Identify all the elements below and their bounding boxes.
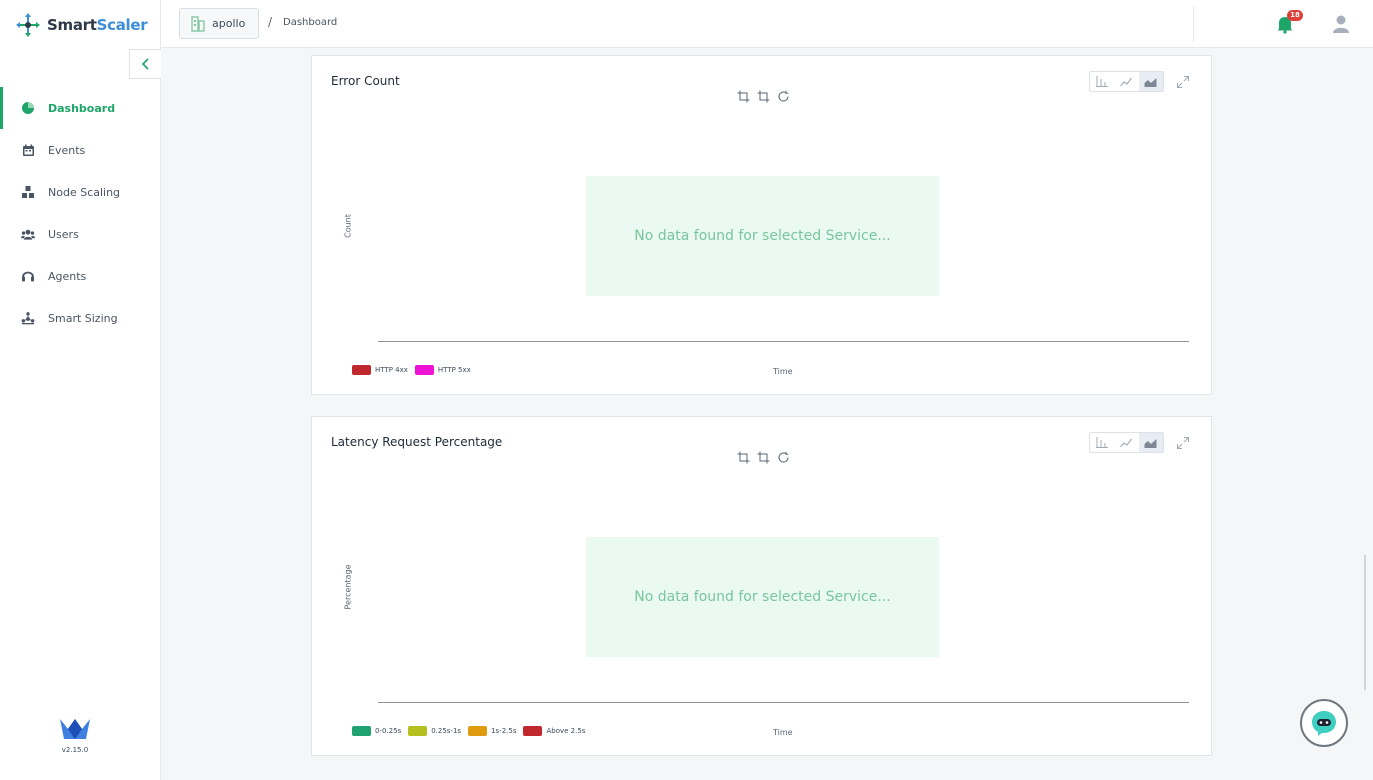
area-chart-icon[interactable]	[1138, 433, 1163, 452]
legend-label: HTTP 4xx	[375, 366, 408, 374]
error-count-card: Error Count Count No data found for sele…	[311, 55, 1212, 395]
project-selector[interactable]: apollo	[179, 8, 259, 39]
zoom-select-icon[interactable]	[737, 451, 750, 464]
legend-swatch	[408, 726, 428, 736]
bar-chart-icon[interactable]	[1090, 72, 1114, 91]
legend-item-1s-2.5s[interactable]: 1s-2.5s	[468, 726, 516, 736]
version-block: v2.15.0	[56, 718, 94, 754]
y-axis-label: Percentage	[343, 564, 353, 610]
bar-chart-icon[interactable]	[1090, 433, 1114, 452]
breadcrumb: Dashboard	[283, 17, 338, 28]
zoom-back-icon[interactable]	[757, 451, 770, 464]
legend-item-above-2.5s[interactable]: Above 2.5s	[523, 726, 585, 736]
legend-swatch	[414, 365, 434, 375]
sidebar-item-users[interactable]: Users	[0, 213, 160, 255]
legend-swatch	[352, 365, 371, 375]
sidebar-item-label: Users	[48, 227, 79, 241]
x-axis-label: Time	[773, 367, 793, 376]
legend-item-http-4xx[interactable]: HTTP 4xx	[352, 365, 408, 375]
sidebar-item-label: Node Scaling	[48, 185, 121, 199]
line-chart-icon[interactable]	[1114, 433, 1138, 452]
legend-label: Above 2.5s	[546, 727, 586, 735]
sidebar-item-agents[interactable]: Agents	[0, 255, 160, 297]
user-icon	[1333, 15, 1349, 33]
app-logo[interactable]: SmartScaler	[14, 11, 148, 39]
building-icon	[191, 15, 205, 32]
sidebar-nav: Dashboard Events Node Scaling Users Agen…	[0, 87, 160, 339]
sidebar-item-label: Events	[48, 143, 86, 157]
zoom-back-icon[interactable]	[757, 90, 770, 103]
legend-swatch	[523, 726, 543, 736]
users-icon	[21, 227, 35, 241]
reset-icon[interactable]	[777, 90, 790, 103]
legend-label: 0.25s-1s	[431, 727, 462, 735]
expand-icon[interactable]	[1176, 435, 1190, 450]
expand-icon[interactable]	[1176, 74, 1190, 89]
version-label: v2.15.0	[61, 746, 89, 754]
legend-item-0.25s-1s[interactable]: 0.25s-1s	[408, 726, 461, 736]
header-divider	[1193, 6, 1194, 42]
latency-request-percentage-card: Latency Request Percentage Percentage No…	[311, 416, 1212, 756]
sidebar-item-dashboard[interactable]: Dashboard	[0, 87, 160, 129]
crown-logo-icon	[60, 719, 90, 739]
zoom-toolbar	[737, 90, 790, 103]
network-icon	[21, 311, 35, 325]
user-avatar[interactable]	[1331, 14, 1351, 34]
chart-legend: 0-0.25s 0.25s-1s 1s-2.5s Above 2.5s	[352, 726, 585, 736]
breadcrumb-separator: /	[268, 15, 273, 29]
top-header: apollo / Dashboard 18	[161, 0, 1373, 48]
legend-label: HTTP 5xx	[437, 366, 471, 374]
card-title: Error Count	[331, 74, 400, 88]
sidebar-item-label: Agents	[48, 269, 87, 283]
x-axis-line	[378, 341, 1189, 342]
collapse-sidebar-button[interactable]	[129, 49, 161, 79]
area-chart-icon[interactable]	[1138, 72, 1163, 91]
card-title: Latency Request Percentage	[331, 435, 503, 449]
sidebar: SmartScaler Dashboard Events Node Scalin…	[0, 0, 161, 780]
headset-icon	[21, 269, 35, 283]
chatbot-icon	[1312, 711, 1336, 736]
legend-label: 0-0.25s	[375, 727, 402, 735]
sidebar-item-node-scaling[interactable]: Node Scaling	[0, 171, 160, 213]
legend-item-http-5xx[interactable]: HTTP 5xx	[414, 365, 471, 375]
line-chart-icon[interactable]	[1114, 72, 1138, 91]
legend-swatch	[352, 726, 371, 736]
sidebar-item-smart-sizing[interactable]: Smart Sizing	[0, 297, 160, 339]
sidebar-item-events[interactable]: Events	[0, 129, 160, 171]
sidebar-item-label: Smart Sizing	[48, 311, 118, 325]
cubes-icon	[21, 185, 35, 199]
legend-item-0-0.25s[interactable]: 0-0.25s	[352, 726, 401, 736]
reset-icon[interactable]	[777, 451, 790, 464]
legend-swatch	[468, 726, 488, 736]
y-axis-label: Count	[343, 214, 353, 238]
x-axis-label: Time	[773, 728, 793, 737]
chart-type-toggle	[1089, 71, 1164, 92]
app-name: SmartScaler	[47, 16, 148, 34]
chat-assistant-button[interactable]	[1300, 699, 1348, 747]
legend-label: 1s-2.5s	[491, 727, 517, 735]
page-scrollbar[interactable]	[1364, 555, 1366, 690]
smartscaler-logo-icon	[16, 13, 40, 37]
notification-count-badge: 18	[1287, 10, 1303, 21]
chart-legend: HTTP 4xx HTTP 5xx	[352, 365, 471, 375]
calendar-icon	[21, 143, 35, 157]
pie-chart-icon	[21, 101, 35, 115]
zoom-toolbar	[737, 451, 790, 464]
empty-state-message: No data found for selected Service...	[586, 537, 939, 657]
chevron-left-icon	[141, 58, 149, 70]
empty-state-message: No data found for selected Service...	[586, 176, 939, 296]
sidebar-item-label: Dashboard	[48, 101, 116, 115]
zoom-select-icon[interactable]	[737, 90, 750, 103]
x-axis-line	[378, 702, 1189, 703]
chart-type-toggle	[1089, 432, 1164, 453]
project-name: apollo	[212, 17, 246, 30]
